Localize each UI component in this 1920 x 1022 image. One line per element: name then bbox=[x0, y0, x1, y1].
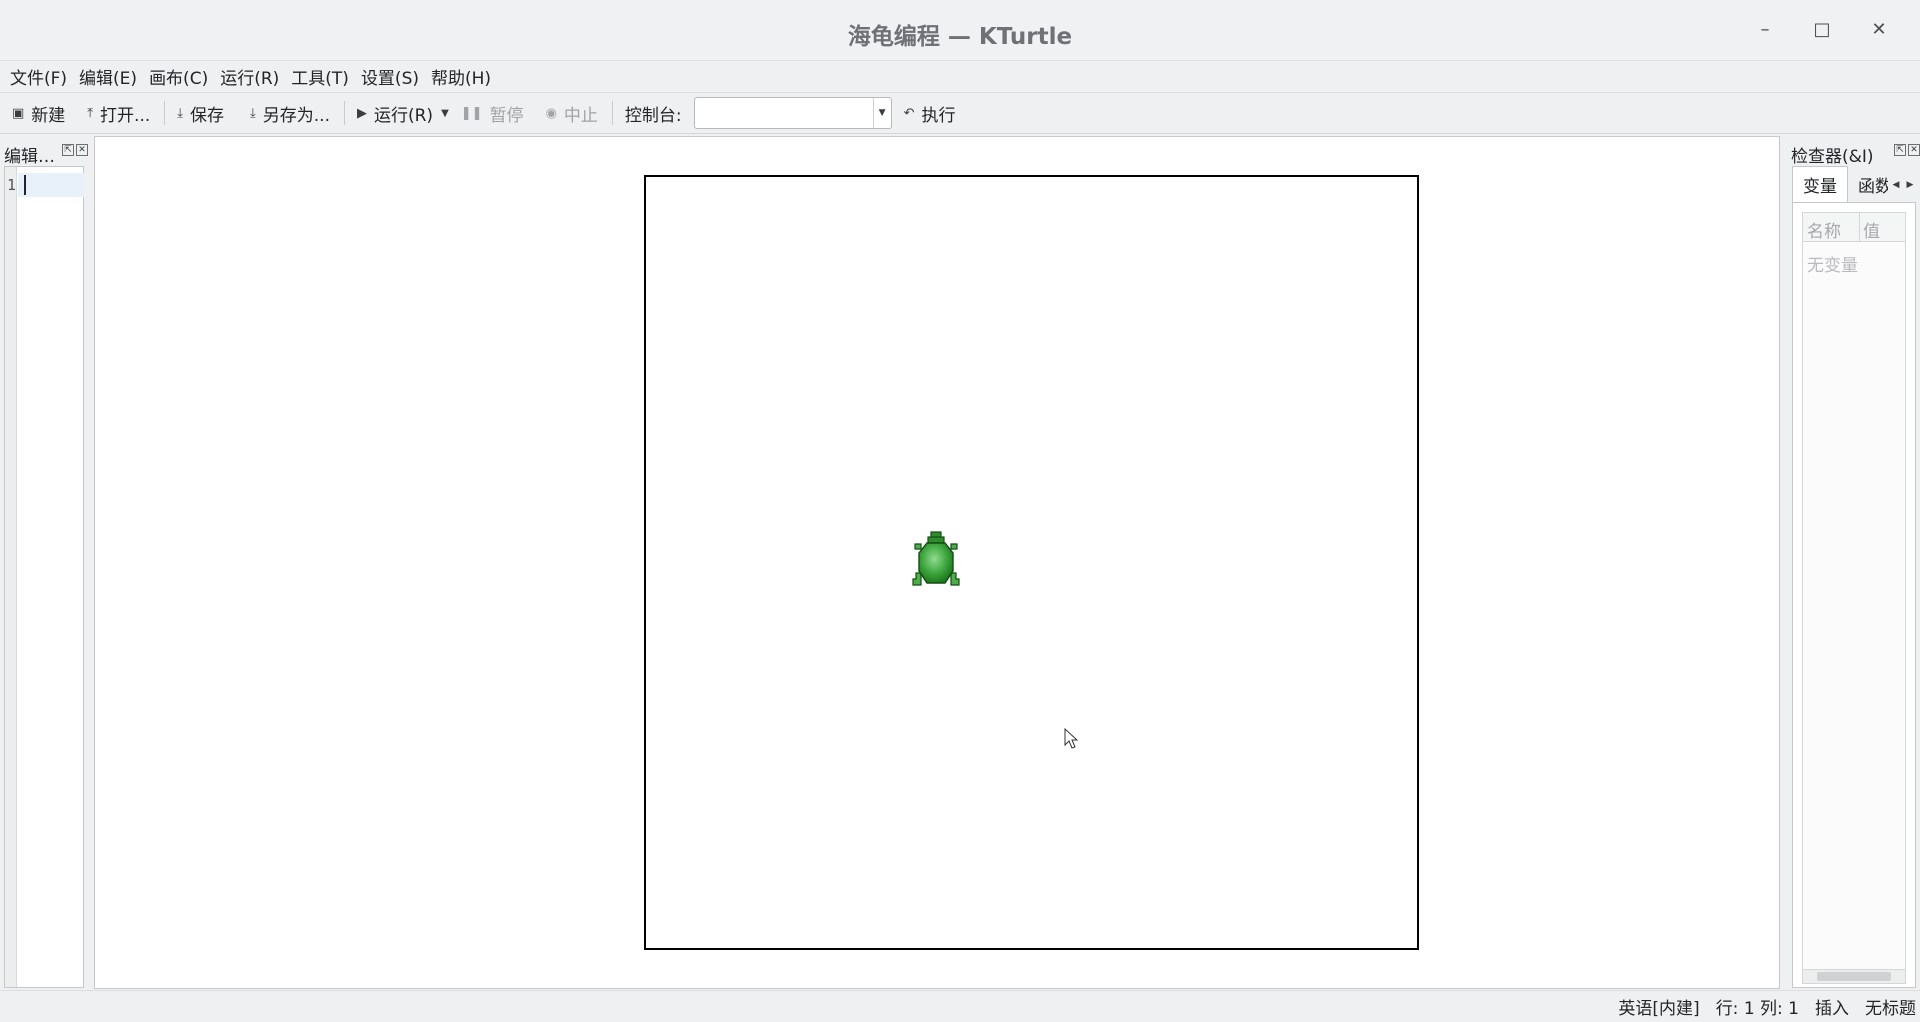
pause-button-label: 暂停 bbox=[489, 105, 524, 126]
execute-button-label: 执行 bbox=[921, 105, 956, 126]
status-bar: 英语[内建] 行: 1 列: 1 插入 无标题 bbox=[0, 990, 1920, 1022]
new-button[interactable]: ▣ 新建 bbox=[6, 97, 71, 129]
cursor-position: 行: 1 列: 1 bbox=[1715, 999, 1799, 1019]
float-dock-icon[interactable]: ⇱ bbox=[1894, 144, 1906, 156]
tab-variables[interactable]: 变量 bbox=[1792, 166, 1848, 202]
drawing-canvas[interactable] bbox=[644, 175, 1419, 950]
open-upload-icon: ⤒ bbox=[87, 105, 94, 121]
column-header-name[interactable]: 名称 bbox=[1807, 217, 1841, 242]
pause-icon: ❚❚ bbox=[460, 105, 483, 121]
close-dock-icon[interactable]: ✕ bbox=[1908, 144, 1920, 156]
maximize-button[interactable]: □ bbox=[1805, 14, 1839, 44]
code-editor[interactable]: 1 bbox=[4, 166, 84, 988]
column-divider bbox=[1859, 213, 1860, 242]
tab-scroll-right-icon[interactable]: ▶ bbox=[1904, 174, 1916, 196]
console-label: 控制台: bbox=[624, 105, 682, 126]
current-line-highlight bbox=[18, 173, 84, 197]
main-toolbar: ▣ 新建 ⤒ 打开... ⤓ 保存 ⤓ 另存为... ▶ 运行(R) ▼ ❚❚ … bbox=[0, 92, 1920, 134]
variables-table[interactable]: 名称 值 无变量 bbox=[1802, 212, 1906, 984]
inspector-tabs: 变量 函数 ◀ ▶ bbox=[1792, 166, 1916, 202]
insert-mode: 插入 bbox=[1815, 999, 1849, 1019]
save-button-label: 保存 bbox=[190, 105, 225, 126]
tab-scroll-left-icon[interactable]: ◀ bbox=[1890, 174, 1902, 196]
save-button[interactable]: ⤓ 保存 bbox=[171, 97, 230, 129]
run-button[interactable]: ▶ 运行(R) bbox=[351, 97, 439, 129]
execute-arrow-icon: ↶ bbox=[903, 105, 915, 121]
minimize-button[interactable]: – bbox=[1748, 14, 1782, 44]
stop-icon: ◉ bbox=[545, 105, 557, 121]
menu-canvas[interactable]: 画布(C) bbox=[143, 64, 214, 89]
menu-edit[interactable]: 编辑(E) bbox=[73, 64, 143, 89]
toolbar-separator bbox=[611, 101, 613, 125]
inspector-dock-controls: ⇱ ✕ bbox=[1894, 144, 1920, 156]
horizontal-scrollbar[interactable] bbox=[1803, 969, 1905, 983]
run-button-label: 运行(R) bbox=[373, 105, 434, 126]
tab-functions[interactable]: 函数 bbox=[1848, 166, 1888, 202]
save-as-button-label: 另存为... bbox=[262, 105, 330, 126]
editor-dock: 编辑… ⇱ ✕ 1 bbox=[0, 134, 90, 990]
menu-file[interactable]: 文件(F) bbox=[4, 64, 73, 89]
variables-panel: 名称 值 无变量 bbox=[1792, 202, 1916, 988]
console-input[interactable]: ▼ bbox=[693, 97, 892, 129]
table-header: 名称 值 bbox=[1803, 213, 1905, 242]
window-title: 海龟编程 — KTurtle bbox=[847, 24, 1073, 50]
abort-button[interactable]: ◉ 中止 bbox=[540, 97, 604, 129]
inspector-dock: 检查器(&I) ⇱ ✕ 变量 函数 ◀ ▶ 名称 值 无变量 bbox=[1784, 134, 1920, 990]
text-caret bbox=[24, 175, 26, 195]
editor-dock-controls: ⇱ ✕ bbox=[62, 144, 88, 156]
menu-settings[interactable]: 设置(S) bbox=[355, 64, 425, 89]
play-icon: ▶ bbox=[356, 105, 367, 121]
save-as-icon: ⤓ bbox=[250, 105, 256, 121]
language-indicator[interactable]: 英语[内建] bbox=[1618, 994, 1699, 1019]
new-button-label: 新建 bbox=[31, 105, 66, 126]
close-dock-icon[interactable]: ✕ bbox=[76, 144, 88, 156]
execute-button[interactable]: ↶ 执行 bbox=[898, 97, 962, 129]
menu-tools[interactable]: 工具(T) bbox=[285, 64, 355, 89]
open-button-label: 打开... bbox=[100, 105, 151, 126]
empty-variables-text: 无变量 bbox=[1807, 256, 1858, 276]
save-as-button[interactable]: ⤓ 另存为... bbox=[244, 97, 336, 129]
open-button[interactable]: ⤒ 打开... bbox=[81, 97, 156, 129]
title-bar: 海龟编程 — KTurtle – □ ✕ bbox=[0, 0, 1920, 61]
save-download-icon: ⤓ bbox=[177, 105, 184, 121]
mouse-cursor-icon bbox=[1064, 728, 1079, 749]
close-button[interactable]: ✕ bbox=[1862, 14, 1896, 44]
inspector-dock-title: 检查器(&I) bbox=[1791, 147, 1874, 167]
line-number: 1 bbox=[7, 176, 17, 194]
pause-button[interactable]: ❚❚ 暂停 bbox=[455, 97, 530, 129]
menu-bar: 文件(F) 编辑(E) 画布(C) 运行(R) 工具(T) 设置(S) 帮助(H… bbox=[0, 61, 1920, 91]
chevron-down-icon[interactable]: ▼ bbox=[872, 98, 891, 128]
filename-label: 无标题 bbox=[1865, 999, 1916, 1019]
menu-run[interactable]: 运行(R) bbox=[214, 64, 285, 89]
float-dock-icon[interactable]: ⇱ bbox=[62, 144, 74, 156]
turtle-icon bbox=[912, 531, 960, 586]
toolbar-separator bbox=[343, 101, 345, 125]
menu-help[interactable]: 帮助(H) bbox=[425, 64, 497, 89]
run-speed-dropdown-arrow[interactable]: ▼ bbox=[441, 108, 449, 119]
line-number-gutter: 1 bbox=[5, 167, 17, 987]
new-file-icon: ▣ bbox=[12, 105, 25, 121]
toolbar-separator bbox=[164, 101, 166, 125]
editor-dock-title: 编辑… bbox=[4, 147, 55, 167]
scrollbar-thumb[interactable] bbox=[1817, 972, 1891, 981]
column-header-value[interactable]: 值 bbox=[1863, 217, 1880, 242]
abort-button-label: 中止 bbox=[563, 105, 598, 126]
